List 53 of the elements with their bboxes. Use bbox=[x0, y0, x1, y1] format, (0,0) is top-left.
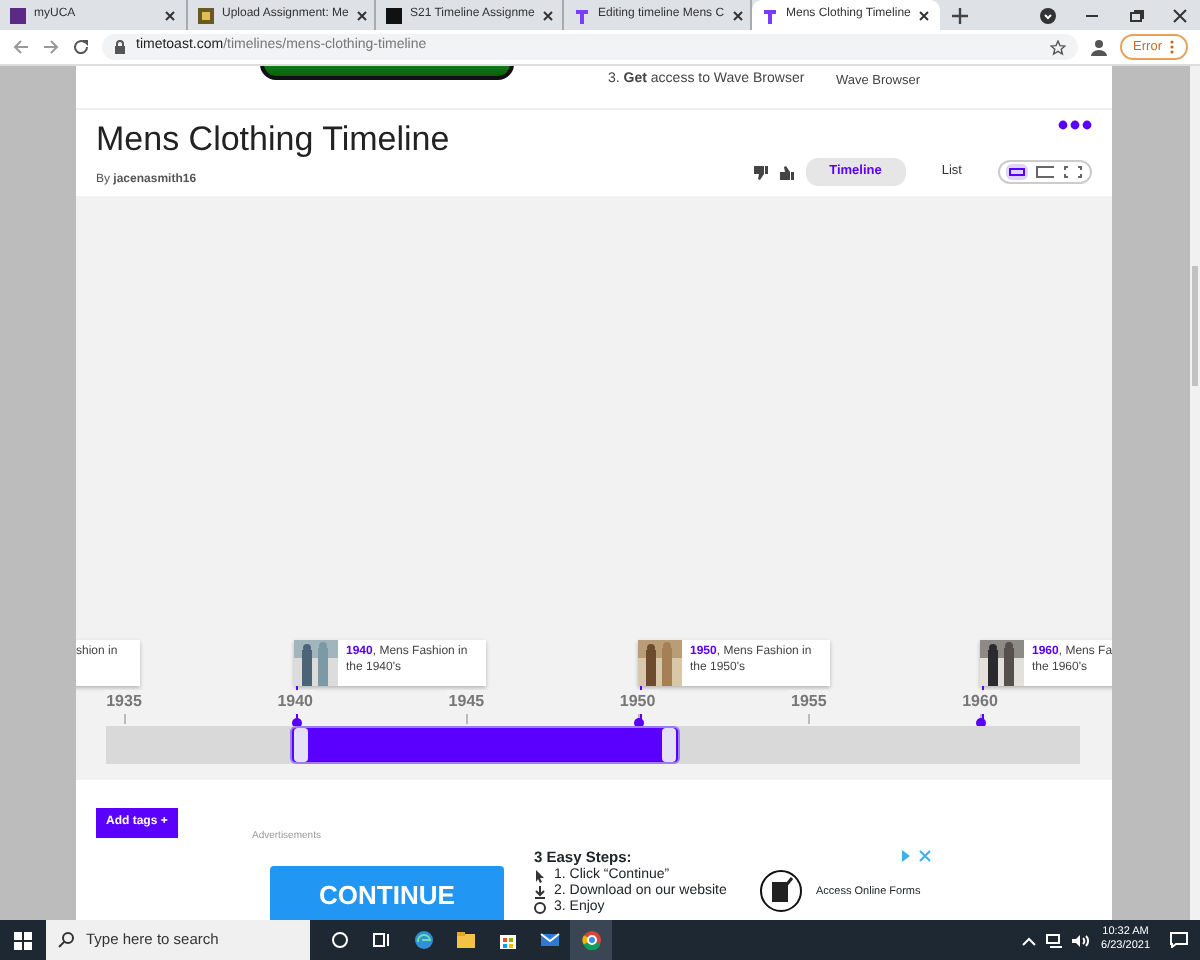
layout-option[interactable] bbox=[1034, 164, 1056, 181]
circle-icon bbox=[534, 901, 546, 916]
chrome-icon[interactable] bbox=[581, 930, 601, 950]
chevron-up-icon[interactable] bbox=[1021, 935, 1036, 945]
back-icon[interactable] bbox=[12, 38, 30, 56]
close-icon[interactable] bbox=[1172, 7, 1188, 23]
person-icon[interactable] bbox=[1089, 38, 1108, 56]
close-icon[interactable] bbox=[918, 9, 931, 21]
range-handle[interactable] bbox=[294, 728, 308, 762]
close-icon[interactable] bbox=[542, 9, 555, 21]
square-icon bbox=[198, 7, 214, 23]
folder-icon[interactable] bbox=[455, 930, 475, 950]
form-icon bbox=[760, 870, 802, 912]
cortana-icon[interactable] bbox=[329, 930, 349, 950]
layout-option[interactable] bbox=[1062, 164, 1084, 181]
axis-label: 1935 bbox=[104, 690, 144, 714]
axis-label: 1945 bbox=[446, 690, 487, 714]
notification-icon[interactable] bbox=[1170, 932, 1188, 948]
layout-option[interactable] bbox=[1006, 164, 1028, 181]
thumbs-up-icon[interactable] bbox=[779, 165, 794, 180]
more-icon[interactable] bbox=[1058, 120, 1092, 130]
thumbs-down-icon[interactable] bbox=[753, 165, 768, 180]
close-icon[interactable] bbox=[732, 9, 745, 21]
search-icon bbox=[58, 932, 74, 948]
browser-icon[interactable] bbox=[413, 930, 433, 950]
timeline-track[interactable] bbox=[106, 726, 1080, 764]
lock-icon bbox=[114, 40, 126, 54]
range-selection[interactable] bbox=[290, 726, 680, 764]
volume-icon[interactable] bbox=[1071, 933, 1090, 947]
plus-icon[interactable] bbox=[952, 7, 968, 23]
mail-icon[interactable] bbox=[539, 930, 559, 950]
letter-t-icon bbox=[574, 7, 590, 23]
axis-label: 1950 bbox=[617, 690, 658, 714]
close-icon[interactable] bbox=[164, 9, 176, 21]
maximize-icon[interactable] bbox=[1128, 7, 1144, 23]
download-icon bbox=[534, 885, 546, 900]
store-icon[interactable] bbox=[497, 930, 517, 950]
network-icon[interactable] bbox=[1045, 933, 1064, 947]
reload-icon[interactable] bbox=[72, 38, 90, 56]
axis-label: 1955 bbox=[789, 690, 829, 714]
scrollbar[interactable] bbox=[1190, 66, 1200, 920]
windows-icon[interactable] bbox=[14, 931, 32, 949]
square-icon bbox=[10, 7, 26, 23]
page-title: Mens Clothing Timeline bbox=[96, 120, 450, 161]
forward-icon[interactable] bbox=[42, 38, 60, 56]
task-view-icon[interactable] bbox=[371, 930, 391, 950]
star-icon[interactable] bbox=[1049, 39, 1066, 55]
cursor-icon bbox=[534, 869, 546, 884]
square-icon bbox=[386, 7, 402, 23]
close-icon[interactable] bbox=[356, 9, 369, 21]
letter-t-icon bbox=[762, 7, 778, 23]
axis-label: 1960 bbox=[960, 690, 1000, 714]
axis-label: 1940 bbox=[275, 690, 315, 714]
